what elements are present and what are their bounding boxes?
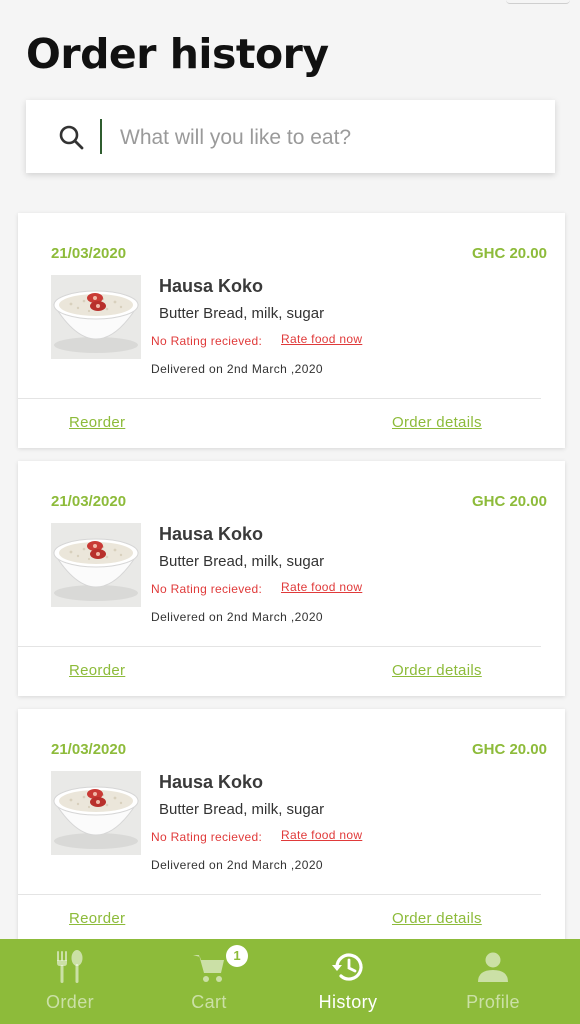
order-price: GHC 20.00 — [471, 493, 547, 510]
food-description: Butter Bread, milk, sugar — [159, 553, 325, 570]
order-date: 21/03/2020 — [51, 493, 127, 510]
reorder-link[interactable]: Reorder — [69, 662, 125, 679]
rate-food-link[interactable]: Rate food now — [281, 332, 362, 346]
search-input[interactable] — [118, 118, 522, 158]
nav-label: Cart — [191, 992, 227, 1012]
nav-cart[interactable]: 1 Cart — [149, 939, 269, 1024]
fork-spoon-icon — [57, 950, 83, 983]
food-image — [51, 771, 141, 855]
order-card: 21/03/2020 GHC 20.00 Hausa Koko Butter B… — [18, 461, 565, 696]
rate-food-link[interactable]: Rate food now — [281, 580, 362, 594]
card-divider — [18, 894, 541, 895]
food-image — [51, 275, 141, 359]
food-image — [51, 523, 141, 607]
food-name: Hausa Koko — [159, 276, 264, 296]
nav-label: Profile — [466, 992, 520, 1012]
reorder-link[interactable]: Reorder — [69, 910, 125, 927]
order-list: 21/03/2020 GHC 20.00 Hausa Koko Butter B… — [18, 213, 565, 957]
rate-food-link[interactable]: Rate food now — [281, 828, 362, 842]
rating-status: No Rating recieved: — [151, 582, 263, 596]
text-cursor — [100, 119, 102, 154]
search-bar[interactable] — [26, 100, 555, 173]
order-date: 21/03/2020 — [51, 245, 127, 262]
top-handle — [506, 0, 570, 4]
cart-icon — [193, 955, 224, 982]
food-description: Butter Bread, milk, sugar — [159, 305, 325, 322]
order-price: GHC 20.00 — [471, 245, 547, 262]
search-icon — [59, 125, 84, 150]
order-date: 21/03/2020 — [51, 741, 127, 758]
food-name: Hausa Koko — [159, 772, 264, 792]
delivery-status: Delivered on 2nd March ,2020 — [151, 610, 323, 624]
nav-profile[interactable]: Profile — [433, 939, 553, 1024]
rating-status: No Rating recieved: — [151, 334, 263, 348]
person-icon — [478, 952, 508, 982]
card-divider — [18, 398, 541, 399]
food-description: Butter Bread, milk, sugar — [159, 801, 325, 818]
cart-badge: 1 — [226, 945, 248, 967]
delivery-status: Delivered on 2nd March ,2020 — [151, 362, 323, 376]
history-icon — [332, 953, 363, 981]
page-title: Order history — [26, 30, 329, 78]
delivery-status: Delivered on 2nd March ,2020 — [151, 858, 323, 872]
order-card: 21/03/2020 GHC 20.00 Hausa Koko Butter B… — [18, 709, 565, 944]
order-details-link[interactable]: Order details — [392, 910, 482, 927]
card-divider — [18, 646, 541, 647]
bottom-nav: Order 1 Cart History Profile — [0, 939, 580, 1024]
order-card: 21/03/2020 GHC 20.00 Hausa Koko Butter B… — [18, 213, 565, 448]
nav-history[interactable]: History — [288, 939, 408, 1024]
rating-status: No Rating recieved: — [151, 830, 263, 844]
reorder-link[interactable]: Reorder — [69, 414, 125, 431]
order-details-link[interactable]: Order details — [392, 662, 482, 679]
nav-label: History — [318, 992, 378, 1012]
order-details-link[interactable]: Order details — [392, 414, 482, 431]
food-name: Hausa Koko — [159, 524, 264, 544]
order-price: GHC 20.00 — [471, 741, 547, 758]
nav-label: Order — [45, 992, 94, 1012]
nav-order[interactable]: Order — [10, 939, 130, 1024]
